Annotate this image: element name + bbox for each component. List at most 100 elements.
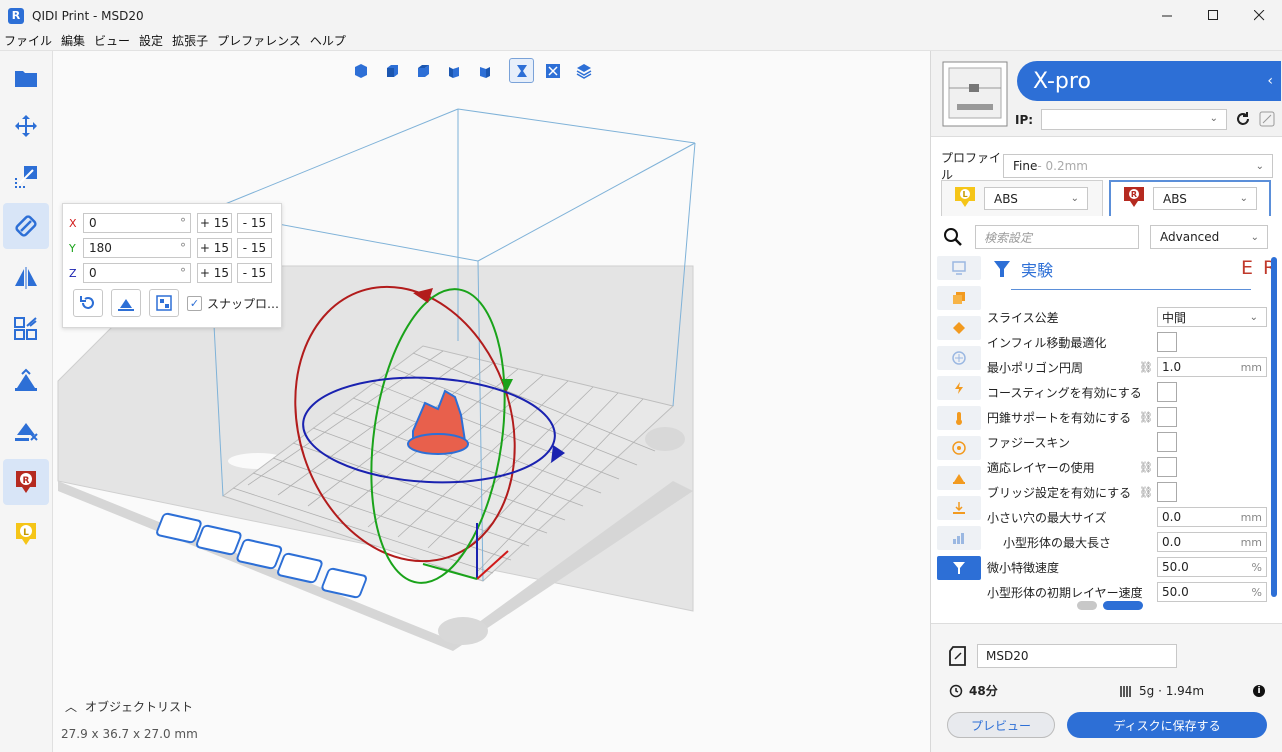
rotate-x-plus-button[interactable]: + 15 xyxy=(197,213,232,233)
rotate-tool-button[interactable] xyxy=(3,203,49,249)
pager-dot-1[interactable] xyxy=(1077,601,1097,610)
category-temperature[interactable] xyxy=(937,406,981,430)
mirror-tool-button[interactable] xyxy=(3,255,49,301)
category-special[interactable] xyxy=(937,526,981,550)
settings-search-input[interactable]: 検索設定 xyxy=(975,225,1139,249)
tab-extruder-right[interactable]: R ABS ⌄ xyxy=(1109,180,1271,216)
category-adhesion[interactable] xyxy=(937,496,981,520)
category-experimental[interactable] xyxy=(937,556,981,580)
menu-extensions[interactable]: 拡張子 xyxy=(172,32,208,49)
hourglass-icon xyxy=(516,64,527,77)
menu-bar: ファイル 編集 ビュー 設定 拡張子 プレファレンス ヘルプ xyxy=(0,31,1282,51)
rotate-z-minus-button[interactable]: - 15 xyxy=(237,263,272,283)
filename-input[interactable]: MSD20 xyxy=(977,644,1177,668)
pager-dot-2[interactable] xyxy=(1103,601,1143,610)
setting-number-input[interactable]: 50.0% xyxy=(1157,557,1267,577)
menu-edit[interactable]: 編集 xyxy=(61,32,85,49)
menu-help[interactable]: ヘルプ xyxy=(310,32,346,49)
settings-mode-select[interactable]: Advanced ⌄ xyxy=(1150,225,1268,249)
view-orthographic-button[interactable] xyxy=(540,58,565,83)
lay-flat-button[interactable] xyxy=(111,289,141,317)
ip-label: IP: xyxy=(1015,113,1034,127)
setting-checkbox[interactable] xyxy=(1157,407,1177,427)
setting-number-input[interactable]: 0.0 mm xyxy=(1157,532,1267,552)
menu-file[interactable]: ファイル xyxy=(4,32,52,49)
app-logo-icon: R xyxy=(8,7,24,24)
view-left-button[interactable] xyxy=(441,58,466,83)
preview-button[interactable]: プレビュー xyxy=(947,712,1055,738)
category-cooling[interactable] xyxy=(937,436,981,460)
settings-scrollbar[interactable] xyxy=(1271,257,1277,597)
scale-icon xyxy=(15,166,37,188)
support-remove-button[interactable] xyxy=(3,408,49,454)
view-layers-button[interactable] xyxy=(571,58,596,83)
settings-panel: X-pro ‹ IP: ⌄ プロファイル Fine - 0.2mm ⌄ L AB… xyxy=(930,51,1282,752)
category-shell[interactable] xyxy=(937,316,981,340)
output-area: MSD20 48分 5g · 1.94m i プレビュー ディスクに保存する xyxy=(931,623,1282,752)
rotate-y-minus-button[interactable]: - 15 xyxy=(237,238,272,258)
setting-checkbox[interactable] xyxy=(1157,457,1177,477)
view-top-button[interactable] xyxy=(410,58,435,83)
menu-preferences[interactable]: プレファレンス xyxy=(217,32,301,49)
menu-view[interactable]: ビュー xyxy=(94,32,130,49)
menu-settings[interactable]: 設定 xyxy=(139,32,163,49)
rotate-z-plus-button[interactable]: + 15 xyxy=(197,263,232,283)
ip-select[interactable]: ⌄ xyxy=(1041,109,1227,130)
printer-selector[interactable]: X-pro ‹ xyxy=(1017,61,1281,101)
arrange-tool-button[interactable] xyxy=(3,306,49,352)
info-icon[interactable]: i xyxy=(1253,684,1265,697)
profile-row: プロファイル Fine - 0.2mm ⌄ xyxy=(941,149,1273,183)
setting-checkbox[interactable] xyxy=(1157,332,1177,352)
setting-control: 0.0 mm xyxy=(1157,532,1267,552)
setting-checkbox[interactable] xyxy=(1157,382,1177,402)
category-quality[interactable] xyxy=(937,286,981,310)
rotate-y-input[interactable]: 180 ° xyxy=(83,238,191,258)
view-perspective-button[interactable] xyxy=(509,58,534,83)
3d-viewport[interactable]: ︿ オブジェクトリスト 27.9 x 36.7 x 27.0 mm xyxy=(53,51,930,752)
setting-number-input[interactable]: 0.0 mm xyxy=(1157,507,1267,527)
rotate-x-minus-button[interactable]: - 15 xyxy=(237,213,272,233)
category-support[interactable] xyxy=(937,466,981,490)
setting-number-input[interactable]: 1.0 mm xyxy=(1157,357,1267,377)
material-right-select[interactable]: ABS ⌄ xyxy=(1153,187,1257,210)
category-infill[interactable] xyxy=(937,346,981,370)
extruder-l-icon: L xyxy=(16,523,36,545)
window-title: QIDI Print - MSD20 xyxy=(32,8,144,23)
setting-number-input[interactable]: 50.0% xyxy=(1157,582,1267,602)
view-right-button[interactable] xyxy=(472,58,497,83)
select-face-button[interactable] xyxy=(149,289,179,317)
profile-select[interactable]: Fine - 0.2mm ⌄ xyxy=(1003,154,1273,178)
open-file-button[interactable] xyxy=(3,55,49,101)
setting-checkbox[interactable] xyxy=(1157,482,1177,502)
scale-tool-button[interactable] xyxy=(3,154,49,200)
refresh-button[interactable] xyxy=(1235,111,1251,130)
minimize-button[interactable] xyxy=(1144,0,1190,31)
snap-rotation-checkbox[interactable]: ✓ スナップロ… xyxy=(187,295,279,312)
tab-extruder-left[interactable]: L ABS ⌄ xyxy=(941,180,1103,216)
title-bar: R QIDI Print - MSD20 xyxy=(0,0,1282,31)
setting-row: 適応レイヤーの使用 ⛓ xyxy=(987,456,1267,478)
support-tool-button[interactable] xyxy=(3,357,49,403)
object-list-toggle[interactable]: ︿ オブジェクトリスト xyxy=(65,698,193,715)
reset-rotation-button[interactable] xyxy=(73,289,103,317)
setting-checkbox[interactable] xyxy=(1157,432,1177,452)
close-button[interactable] xyxy=(1236,0,1282,31)
category-machine[interactable] xyxy=(937,256,981,280)
material-left-select[interactable]: ABS ⌄ xyxy=(984,187,1088,210)
rotate-x-input[interactable]: 0 ° xyxy=(83,213,191,233)
rotate-y-plus-button[interactable]: + 15 xyxy=(197,238,232,258)
edit-printer-button[interactable] xyxy=(1259,111,1275,130)
maximize-button[interactable] xyxy=(1190,0,1236,31)
setting-row: 円錐サポートを有効にする ⛓ xyxy=(987,406,1267,428)
setting-row: コースティングを有効にする xyxy=(987,381,1267,403)
rotate-z-input[interactable]: 0 ° xyxy=(83,263,191,283)
setting-select[interactable]: 中間 ⌄ xyxy=(1157,307,1267,327)
view-front-button[interactable] xyxy=(379,58,404,83)
save-to-disk-button[interactable]: ディスクに保存する xyxy=(1067,712,1267,738)
move-tool-button[interactable] xyxy=(3,103,49,149)
face-select-icon xyxy=(156,295,172,311)
extruder-left-button[interactable]: L xyxy=(3,511,49,557)
view-3d-button[interactable] xyxy=(348,58,373,83)
extruder-right-button[interactable]: R xyxy=(3,459,49,505)
category-material[interactable] xyxy=(937,376,981,400)
